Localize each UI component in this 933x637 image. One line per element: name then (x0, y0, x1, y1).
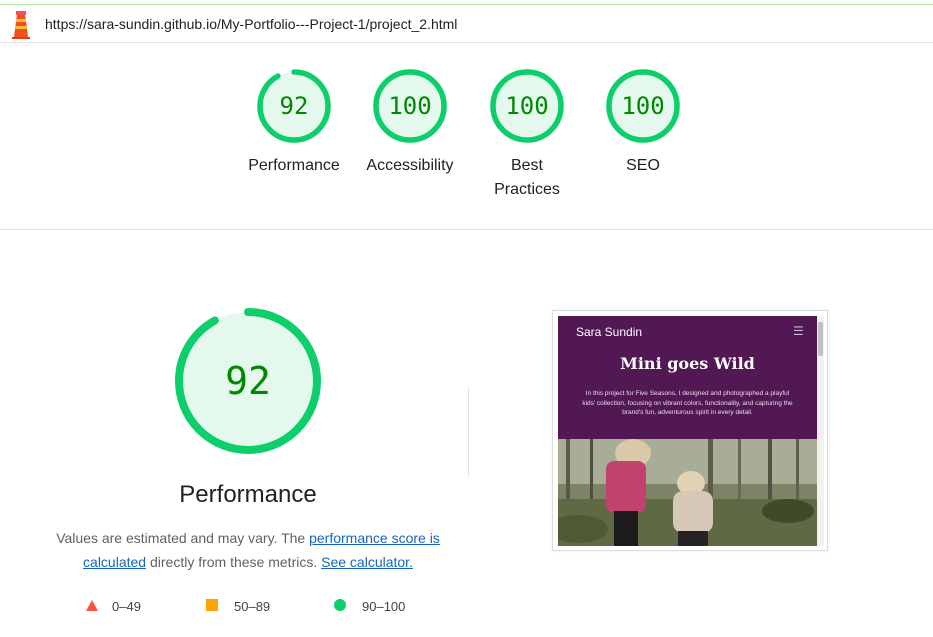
children-forest-photo (558, 439, 817, 546)
report-url[interactable]: https://sara-sundin.github.io/My-Portfol… (45, 16, 457, 32)
scrollbar-thumb[interactable] (818, 322, 823, 356)
description-text: Values are estimated and may vary. The (56, 530, 310, 546)
gauge-best-practices[interactable]: 100 Best Practices (467, 66, 587, 202)
square-icon (206, 599, 218, 614)
gauge-score: 100 (505, 92, 548, 120)
gauge-label: Accessibility (366, 157, 454, 174)
screenshot-heading: Mini goes Wild (620, 354, 755, 373)
legend-pass: 90–100 (334, 598, 405, 614)
screenshot-hero: Sara Sundin ☰ Mini goes Wild In this pro… (558, 316, 817, 439)
gauge-score: 92 (280, 92, 309, 120)
score-gauges: 92 Performance 100 Accessibility 100 Bes… (0, 44, 933, 230)
gauge-score: 100 (388, 92, 431, 120)
legend-fail: 0–49 (86, 598, 141, 614)
performance-score: 92 (225, 359, 271, 403)
screenshot-body: In this project for Five Seasons, I desi… (582, 390, 793, 416)
gauge-ring: 100 (373, 69, 447, 143)
section-divider (468, 388, 469, 476)
site-name: Sara Sundin (576, 325, 643, 339)
report-url-bar: https://sara-sundin.github.io/My-Portfol… (0, 5, 933, 43)
see-calculator-link[interactable]: See calculator. (321, 554, 413, 570)
hamburger-icon: ☰ (793, 324, 804, 338)
performance-gauge-large: 92 (175, 308, 321, 454)
page-screenshot-thumbnail[interactable]: Sara Sundin ☰ Mini goes Wild In this pro… (552, 310, 828, 551)
performance-description: Values are estimated and may vary. The p… (48, 526, 448, 574)
legend-fail-range: 0–49 (112, 599, 141, 615)
gauge-ring: 100 (606, 69, 680, 143)
legend-average: 50–89 (206, 598, 270, 614)
gauge-label: Performance (248, 157, 340, 174)
performance-title: Performance (179, 481, 317, 508)
gauge-seo[interactable]: 100 SEO (583, 66, 703, 178)
legend-average-range: 50–89 (234, 599, 271, 615)
legend-pass-range: 90–100 (362, 599, 406, 615)
gauge-performance[interactable]: 92 Performance (234, 66, 354, 178)
gauge-label: Best Practices (494, 157, 560, 198)
screenshot-scrollbar[interactable] (817, 316, 824, 546)
lighthouse-icon (12, 11, 30, 39)
description-text-2: directly from these metrics. (146, 554, 322, 570)
screenshot-viewport: Sara Sundin ☰ Mini goes Wild In this pro… (558, 316, 817, 546)
gauge-accessibility[interactable]: 100 Accessibility (350, 66, 470, 178)
gauge-label: SEO (626, 157, 660, 174)
gauge-ring: 92 (257, 69, 331, 143)
triangle-icon (86, 599, 98, 614)
circle-icon (334, 599, 346, 614)
gauge-score: 100 (621, 92, 664, 120)
gauge-ring: 100 (490, 69, 564, 143)
